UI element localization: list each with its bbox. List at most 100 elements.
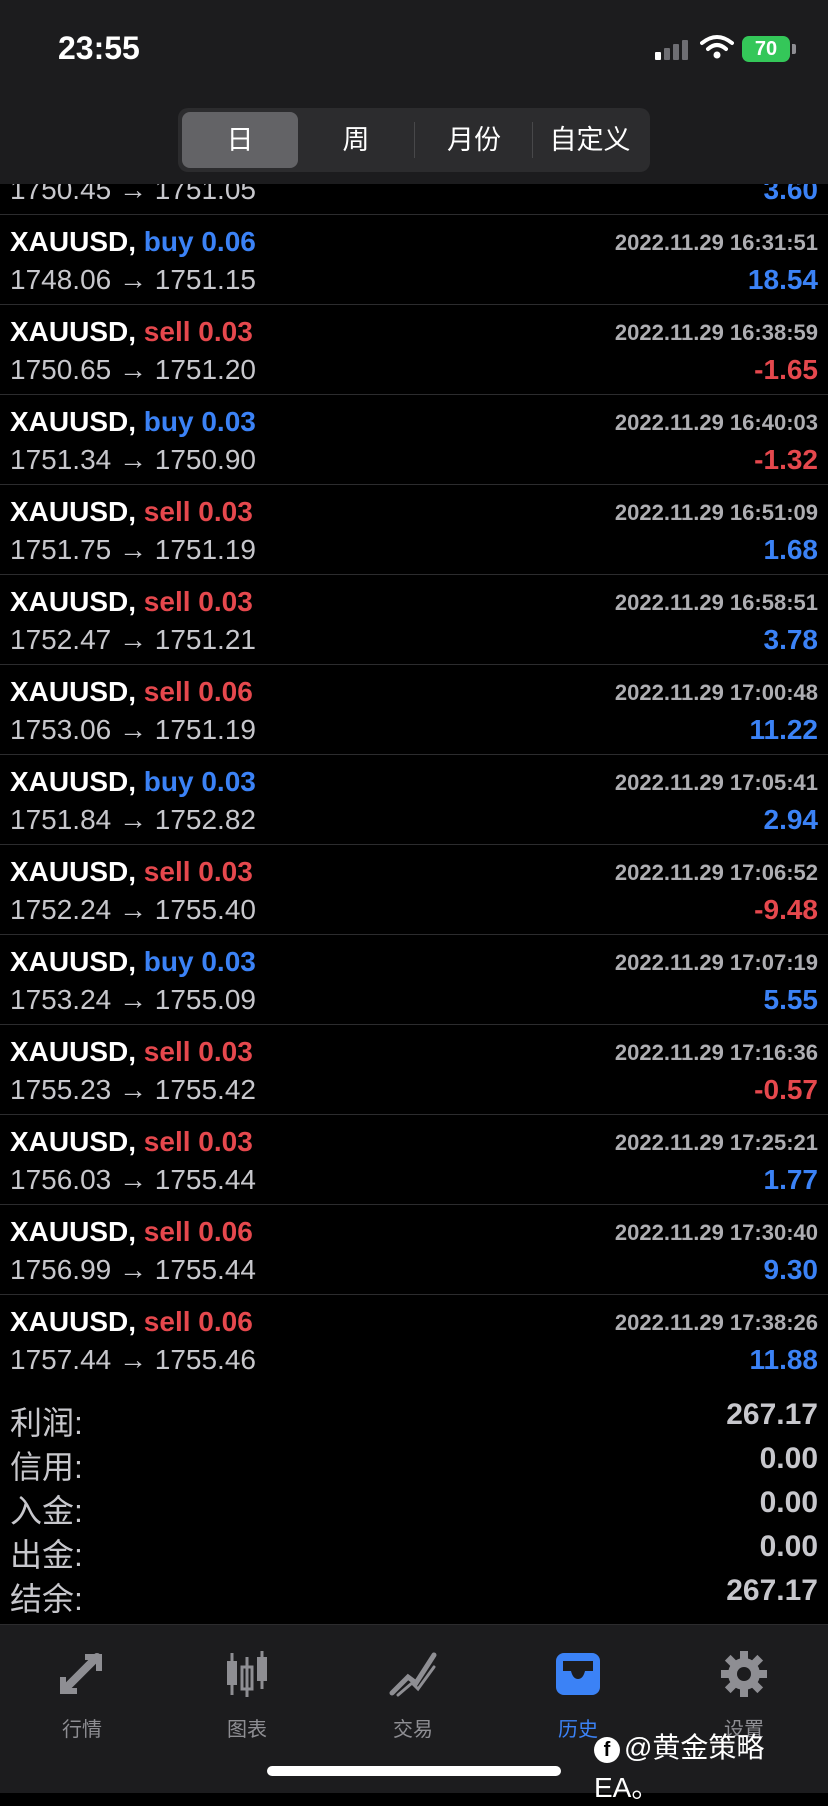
trade-symbol: XAUUSD, sell 0.03 bbox=[10, 856, 253, 888]
summary-credit: 信用: 0.00 bbox=[0, 1442, 828, 1486]
status-time: 23:55 bbox=[58, 30, 140, 66]
battery-tip bbox=[792, 44, 796, 54]
summary-value: 267.17 bbox=[726, 1398, 818, 1431]
trade-price: 1752.47 → 1751.21 bbox=[10, 624, 256, 655]
table-row[interactable]: XAUUSD, buy 0.03 2022.11.29 17:07:19 1753.… bbox=[0, 934, 828, 1025]
trade-profit: 1.77 bbox=[763, 1164, 819, 1195]
trade-profit: -9.48 bbox=[754, 894, 818, 925]
summary-value: 0.00 bbox=[759, 1442, 818, 1475]
trade-profit: 9.30 bbox=[763, 1254, 819, 1285]
table-row[interactable]: XAUUSD, sell 0.03 2022.11.29 16:38:59 1750… bbox=[0, 304, 828, 395]
chart-icon bbox=[227, 1651, 267, 1697]
symbol-name: XAUUSD, bbox=[10, 316, 137, 347]
trade-profit: -1.32 bbox=[754, 444, 818, 475]
home-indicator bbox=[267, 1766, 561, 1776]
tab-day[interactable]: 日 bbox=[182, 112, 298, 168]
trade-profit: -1.65 bbox=[754, 354, 818, 385]
trade-side: sell 0.03 bbox=[143, 586, 253, 617]
trade-symbol: XAUUSD, sell 0.03 bbox=[10, 1126, 253, 1158]
trade-symbol: XAUUSD, buy 0.03 bbox=[10, 406, 256, 438]
summary-label: 出金: bbox=[10, 1537, 83, 1573]
tab-month[interactable]: 月份 bbox=[416, 112, 532, 168]
trade-symbol: XAUUSD, sell 0.06 bbox=[10, 1216, 253, 1248]
trade-symbol: XAUUSD, buy 0.06 bbox=[10, 226, 256, 258]
trade-datetime: 2022.11.29 17:05:41 bbox=[614, 770, 818, 795]
symbol-name: XAUUSD, bbox=[10, 766, 137, 797]
table-row[interactable]: XAUUSD, sell 0.03 2022.11.29 16:58:51 1752… bbox=[0, 574, 828, 665]
trade-price: 1751.84 → 1752.82 bbox=[10, 804, 256, 835]
table-row[interactable]: XAUUSD, buy 0.06 2022.11.29 16:31:51 1748.… bbox=[0, 214, 828, 305]
trade-datetime: 2022.11.29 17:25:21 bbox=[614, 1130, 818, 1155]
trade-profit: 5.55 bbox=[763, 984, 819, 1015]
symbol-name: XAUUSD, bbox=[10, 1216, 137, 1247]
trade-profit: -0.57 bbox=[754, 1074, 818, 1105]
tab-settings[interactable]: 设置 bbox=[684, 1639, 804, 1741]
trade-price: 1753.24 → 1755.09 bbox=[10, 984, 256, 1015]
table-row[interactable]: XAUUSD, sell 0.03 2022.11.29 16:51:09 1751… bbox=[0, 484, 828, 575]
trade-symbol: XAUUSD, sell 0.03 bbox=[10, 316, 253, 348]
symbol-name: XAUUSD, bbox=[10, 406, 137, 437]
trade-price: 1756.03 → 1755.44 bbox=[10, 1164, 256, 1195]
trade-side: sell 0.06 bbox=[143, 1216, 253, 1247]
trade-side: sell 0.06 bbox=[143, 676, 253, 707]
trade-price: 1751.34 → 1750.90 bbox=[10, 444, 256, 475]
tab-custom[interactable]: 自定义 bbox=[532, 112, 648, 168]
tab-quotes[interactable]: 行情 bbox=[22, 1639, 142, 1741]
trade-side: sell 0.03 bbox=[143, 1126, 253, 1157]
trade-datetime: 2022.11.29 17:06:52 bbox=[614, 860, 818, 885]
trade-profit: 2.94 bbox=[763, 804, 819, 835]
table-row[interactable]: 1750.45 → 1751.05 3.60 bbox=[0, 184, 828, 215]
table-row[interactable]: XAUUSD, sell 0.06 2022.11.29 17:38:26 1757… bbox=[0, 1294, 828, 1384]
trade-icon bbox=[389, 1652, 437, 1697]
cellular-signal-icon bbox=[655, 38, 691, 60]
table-row[interactable]: XAUUSD, sell 0.03 2022.11.29 17:16:36 1755… bbox=[0, 1024, 828, 1115]
summary-label: 信用: bbox=[10, 1449, 83, 1485]
table-row[interactable]: XAUUSD, sell 0.06 2022.11.29 17:30:40 1756… bbox=[0, 1204, 828, 1295]
quotes-icon bbox=[60, 1653, 102, 1694]
trade-datetime: 2022.11.29 17:07:19 bbox=[614, 950, 818, 975]
symbol-name: XAUUSD, bbox=[10, 1306, 137, 1337]
table-row[interactable]: XAUUSD, sell 0.06 2022.11.29 17:00:48 1753… bbox=[0, 664, 828, 755]
trade-datetime: 2022.11.29 17:30:40 bbox=[614, 1220, 818, 1245]
facebook-icon: f bbox=[594, 1736, 620, 1763]
trade-side: buy 0.06 bbox=[143, 226, 256, 257]
summary-value: 0.00 bbox=[759, 1486, 818, 1519]
tab-chart[interactable]: 图表 bbox=[187, 1639, 307, 1741]
account-summary: 利润: 267.17 信用: 0.00 入金: 0.00 出金: 0.00 结余… bbox=[0, 1384, 828, 1624]
trade-symbol: XAUUSD, buy 0.03 bbox=[10, 946, 256, 978]
tab-history[interactable]: 历史 bbox=[518, 1639, 638, 1741]
settings-icon bbox=[721, 1651, 767, 1697]
trade-history-list[interactable]: 1750.45 → 1751.05 3.60 XAUUSD, buy 0.06 2… bbox=[0, 184, 828, 1384]
trade-symbol: XAUUSD, sell 0.03 bbox=[10, 586, 253, 618]
tab-label: 交易 bbox=[393, 1719, 433, 1741]
trade-price: 1748.06 → 1751.15 bbox=[10, 264, 256, 295]
segment-divider bbox=[414, 122, 415, 158]
tab-trade[interactable]: 交易 bbox=[353, 1639, 473, 1741]
trade-datetime: 2022.11.29 17:16:36 bbox=[614, 1040, 818, 1065]
tab-label: 行情 bbox=[62, 1719, 102, 1741]
table-row[interactable]: XAUUSD, sell 0.03 2022.11.29 17:25:21 1756… bbox=[0, 1114, 828, 1205]
trade-price: 1750.65 → 1751.20 bbox=[10, 354, 256, 385]
tab-week[interactable]: 周 bbox=[298, 112, 414, 168]
symbol-name: XAUUSD, bbox=[10, 946, 137, 977]
wifi-icon bbox=[700, 35, 734, 59]
trade-price: 1750.45 → 1751.05 bbox=[10, 184, 256, 205]
watermark: f @黄金策略EA。 bbox=[594, 1726, 828, 1806]
table-row[interactable]: XAUUSD, buy 0.03 2022.11.29 16:40:03 1751.… bbox=[0, 394, 828, 485]
trade-symbol: XAUUSD, sell 0.03 bbox=[10, 496, 253, 528]
summary-label: 利润: bbox=[10, 1405, 83, 1441]
table-row[interactable]: XAUUSD, sell 0.03 2022.11.29 17:06:52 1752… bbox=[0, 844, 828, 935]
period-segmented-control: 日 周 月份 自定义 bbox=[178, 108, 650, 172]
symbol-name: XAUUSD, bbox=[10, 676, 137, 707]
watermark-text: @黄金策略EA。 bbox=[594, 1732, 765, 1803]
trade-side: sell 0.03 bbox=[143, 1036, 253, 1067]
battery-level: 70 bbox=[754, 38, 778, 60]
trade-side: sell 0.06 bbox=[143, 1306, 253, 1337]
trade-side: buy 0.03 bbox=[143, 946, 256, 977]
table-row[interactable]: XAUUSD, buy 0.03 2022.11.29 17:05:41 1751.… bbox=[0, 754, 828, 845]
trade-symbol: XAUUSD, buy 0.03 bbox=[10, 766, 256, 798]
trade-datetime: 2022.11.29 16:40:03 bbox=[614, 410, 818, 435]
symbol-name: XAUUSD, bbox=[10, 226, 137, 257]
summary-deposit: 入金: 0.00 bbox=[0, 1486, 828, 1530]
battery-icon: 70 bbox=[742, 36, 790, 62]
